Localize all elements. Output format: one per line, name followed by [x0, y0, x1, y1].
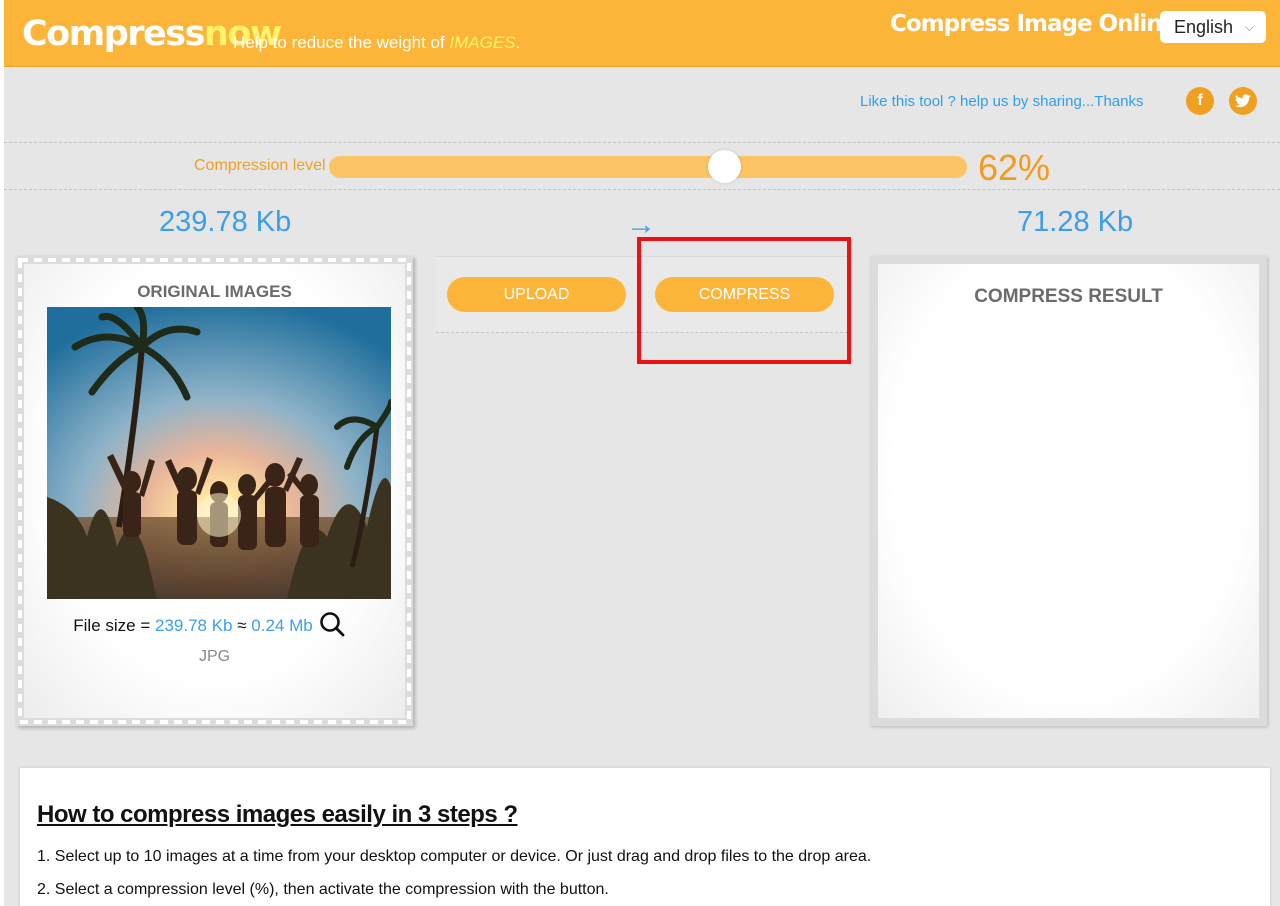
twitter-bird-icon — [1235, 94, 1251, 108]
header-title: Compress Image Online — [890, 11, 1177, 37]
compression-level-label: Compression level — [194, 157, 326, 174]
howto-title: How to compress images easily in 3 steps… — [37, 801, 518, 828]
file-size-mb: 0.24 Mb — [251, 616, 313, 635]
tagline-suffix: . — [515, 33, 521, 52]
language-select-value: English — [1174, 17, 1234, 37]
howto-step: 1. Select up to 10 images at a time from… — [37, 848, 872, 865]
result-size: 71.28 Kb — [1017, 206, 1134, 238]
page-frame: Compressnow Help to reduce the weight of… — [4, 0, 1280, 906]
original-images-panel[interactable]: ORIGINAL IMAGES File size = 239.78 Kb ≈ … — [16, 256, 413, 726]
compress-result-panel: COMPRESS RESULT — [870, 256, 1267, 726]
search-icon[interactable] — [319, 611, 345, 637]
file-size-approx: ≈ — [232, 616, 252, 635]
tagline: Help to reduce the weight of IMAGES. — [233, 33, 520, 53]
upload-button[interactable]: UPLOAD — [447, 277, 626, 312]
beach-party-photo — [47, 307, 391, 599]
divider-top — [4, 142, 1280, 143]
share-text: Like this tool ? help us by sharing...Th… — [860, 93, 1144, 110]
facebook-icon[interactable]: f — [1186, 87, 1214, 115]
file-size-label: File size = — [73, 616, 155, 635]
file-size-info: File size = 239.78 Kb ≈ 0.24 Mb — [24, 611, 394, 637]
compression-slider-track[interactable] — [329, 156, 967, 178]
compression-level-value: 62% — [978, 147, 1051, 188]
facebook-glyph: f — [1197, 92, 1203, 109]
file-size-kb: 239.78 Kb — [155, 616, 233, 635]
result-panel-body: COMPRESS RESULT — [878, 264, 1259, 718]
howto-step: 2. Select a compression level (%), then … — [37, 881, 609, 898]
howto-section: How to compress images easily in 3 steps… — [20, 768, 1270, 906]
divider-bottom — [4, 189, 1280, 190]
compression-slider-handle[interactable] — [708, 150, 742, 183]
highlight-box — [637, 237, 851, 364]
original-size: 239.78 Kb — [159, 206, 292, 238]
original-panel-body: ORIGINAL IMAGES File size = 239.78 Kb ≈ … — [24, 264, 405, 718]
chevron-down-icon: ⌵ — [1244, 20, 1254, 34]
language-select[interactable]: English ⌵ — [1160, 11, 1266, 43]
twitter-icon[interactable] — [1229, 87, 1257, 115]
result-panel-title: COMPRESS RESULT — [974, 286, 1163, 307]
logo-text-compress: Compress — [22, 14, 205, 54]
uploaded-image-thumbnail[interactable] — [47, 307, 391, 599]
header-bar: Compressnow Help to reduce the weight of… — [4, 0, 1280, 67]
original-panel-title: ORIGINAL IMAGES — [137, 282, 292, 301]
file-type: JPG — [198, 648, 231, 665]
tagline-prefix: Help to reduce the weight of — [233, 33, 450, 52]
tagline-highlight: IMAGES — [449, 33, 516, 52]
